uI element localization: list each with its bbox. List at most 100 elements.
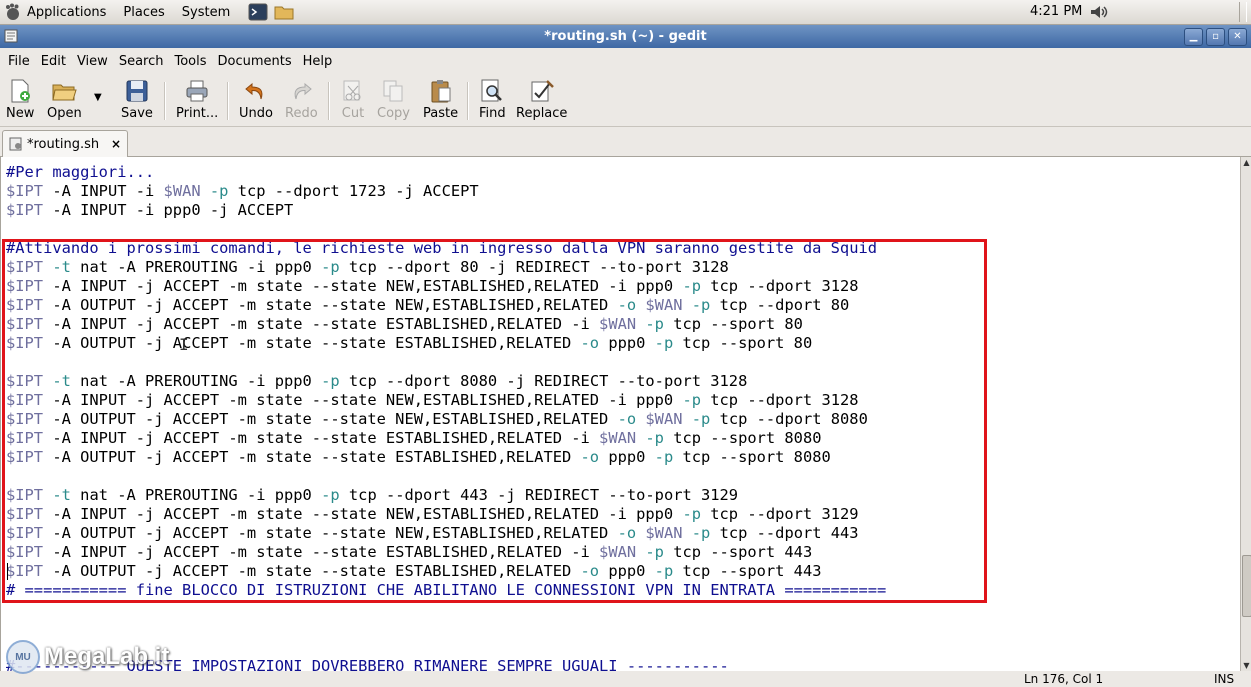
panel-menu-system[interactable]: System [182, 5, 230, 20]
code-token: $IPT [6, 448, 44, 466]
mouse-ibeam-cursor: I [179, 335, 189, 354]
vertical-scrollbar[interactable]: ▲ ▼ [1240, 157, 1251, 671]
tab-close-icon[interactable]: × [111, 137, 121, 151]
panel-menu-applications[interactable]: Applications [27, 5, 106, 20]
code-token: $IPT [6, 296, 44, 314]
open-button[interactable]: Open [47, 78, 82, 121]
code-token: -t [52, 486, 71, 504]
code-token: $IPT [6, 201, 44, 219]
cut-button[interactable]: Cut [340, 78, 366, 121]
menu-file[interactable]: File [8, 54, 30, 69]
maximize-button[interactable]: ▫ [1206, 28, 1225, 46]
window-titlebar[interactable]: *routing.sh (~) - gedit ▁ ▫ ✕ [0, 25, 1251, 48]
gedit-window-icon[interactable] [4, 29, 18, 43]
scrollbar-thumb[interactable] [1242, 555, 1251, 617]
code-token: -o [580, 562, 600, 580]
minimize-button[interactable]: ▁ [1184, 28, 1203, 46]
code-token: -t [52, 258, 71, 276]
code-token: nat -A PREROUTING -i ppp0 [70, 486, 322, 504]
new-button[interactable]: New [6, 78, 34, 121]
window-controls: ▁ ▫ ✕ [1184, 28, 1247, 46]
code-token: tcp --sport 8080 [673, 448, 831, 466]
text-editor-area[interactable]: #Per maggiori... $IPT -A INPUT -i $WAN -p… [0, 157, 1241, 671]
save-button[interactable]: Save [121, 78, 153, 121]
menu-search[interactable]: Search [119, 54, 164, 69]
toolbar-separator [328, 82, 330, 120]
code-token: -p [682, 391, 701, 409]
code-token: tcp --dport 443 [710, 524, 859, 542]
code-token: -p [209, 182, 229, 200]
code-token: $IPT [6, 315, 44, 333]
close-window-button[interactable]: ✕ [1228, 28, 1247, 46]
open-folder-icon [52, 84, 78, 101]
code-token: $IPT [6, 372, 44, 390]
watermark-text: MegaLab.it [44, 643, 170, 670]
paste-button[interactable]: Paste [423, 78, 458, 121]
code-token: -p [645, 543, 664, 561]
code-token: -p [682, 277, 701, 295]
code-token: -p [691, 524, 711, 542]
code-token: $IPT [6, 334, 44, 352]
panel-clock[interactable]: 4:21 PM [1030, 4, 1082, 19]
tab-routing-sh[interactable]: *routing.sh × [2, 130, 128, 157]
code-token: -A OUTPUT -j ACCEPT -m state --state NEW… [43, 296, 618, 314]
insert-mode: INS [1214, 672, 1235, 686]
code-token: tcp --sport 443 [663, 543, 813, 561]
save-disk-icon [126, 80, 148, 102]
undo-button[interactable]: Undo [239, 78, 273, 121]
gnome-foot-icon[interactable] [3, 2, 23, 22]
menu-documents[interactable]: Documents [218, 54, 292, 69]
redo-button[interactable]: Redo [285, 78, 318, 121]
code-text: #Per maggiori... $IPT -A INPUT -i $WAN -p… [6, 163, 886, 671]
code-line: $IPT -A OUTPUT -j ACCEPT -m state --stat… [6, 410, 886, 429]
volume-icon[interactable] [1088, 2, 1110, 22]
code-token: tcp --dport 3128 [700, 277, 859, 295]
scroll-up-icon[interactable]: ▲ [1241, 157, 1251, 168]
code-token: -p [645, 315, 664, 333]
code-line: $IPT -t nat -A PREROUTING -i ppp0 -p tcp… [6, 372, 886, 391]
code-token: tcp --dport 80 [710, 296, 850, 314]
code-token: -p [321, 258, 340, 276]
copy-button[interactable]: Copy [377, 78, 410, 121]
undo-label: Undo [239, 106, 273, 121]
megalab-watermark-logo: MU MegaLab.it [6, 640, 169, 674]
code-token: -A INPUT -j ACCEPT -m state --state ESTA… [43, 315, 600, 333]
printer-icon [186, 80, 208, 102]
code-token: tcp --dport 80 -j REDIRECT --to-port 312… [339, 258, 729, 276]
code-token: $IPT [6, 277, 44, 295]
menu-help[interactable]: Help [303, 54, 333, 69]
code-token: tcp --dport 3129 [700, 505, 859, 523]
terminal-launcher-icon[interactable] [247, 2, 269, 22]
find-button[interactable]: Find [479, 78, 506, 121]
menu-edit[interactable]: Edit [41, 54, 66, 69]
code-line: $IPT -A INPUT -i $WAN -p tcp --dport 172… [6, 182, 886, 201]
code-token: -o [580, 334, 600, 352]
replace-button[interactable]: Replace [516, 78, 567, 121]
paste-label: Paste [423, 106, 459, 121]
code-line: #Attivando i prossimi comandi, le richie… [6, 239, 886, 258]
code-token: # =========== fine BLOCCO DI ISTRUZIONI … [6, 581, 887, 599]
print-button[interactable]: Print... [176, 78, 218, 121]
scroll-down-icon[interactable]: ▼ [1241, 660, 1251, 671]
code-token: -A INPUT -j ACCEPT -m state --state NEW,… [43, 277, 683, 295]
code-token: $IPT [6, 543, 44, 561]
code-token: $WAN [645, 296, 683, 314]
menu-view[interactable]: View [77, 54, 108, 69]
code-token: -p [691, 296, 711, 314]
panel-menu-places[interactable]: Places [123, 5, 164, 20]
code-token: #Per maggiori... [6, 163, 155, 181]
code-token: -A INPUT -j ACCEPT -m state --state ESTA… [43, 543, 600, 561]
code-token: $IPT [6, 410, 44, 428]
top-panel: Applications Places System 4:21 PM [0, 0, 1251, 25]
folder-launcher-icon[interactable] [273, 2, 295, 22]
open-recent-dropdown[interactable]: ▼ [94, 92, 102, 103]
menu-tools[interactable]: Tools [174, 54, 206, 69]
code-line: $IPT -A INPUT -i ppp0 -j ACCEPT [6, 201, 886, 220]
